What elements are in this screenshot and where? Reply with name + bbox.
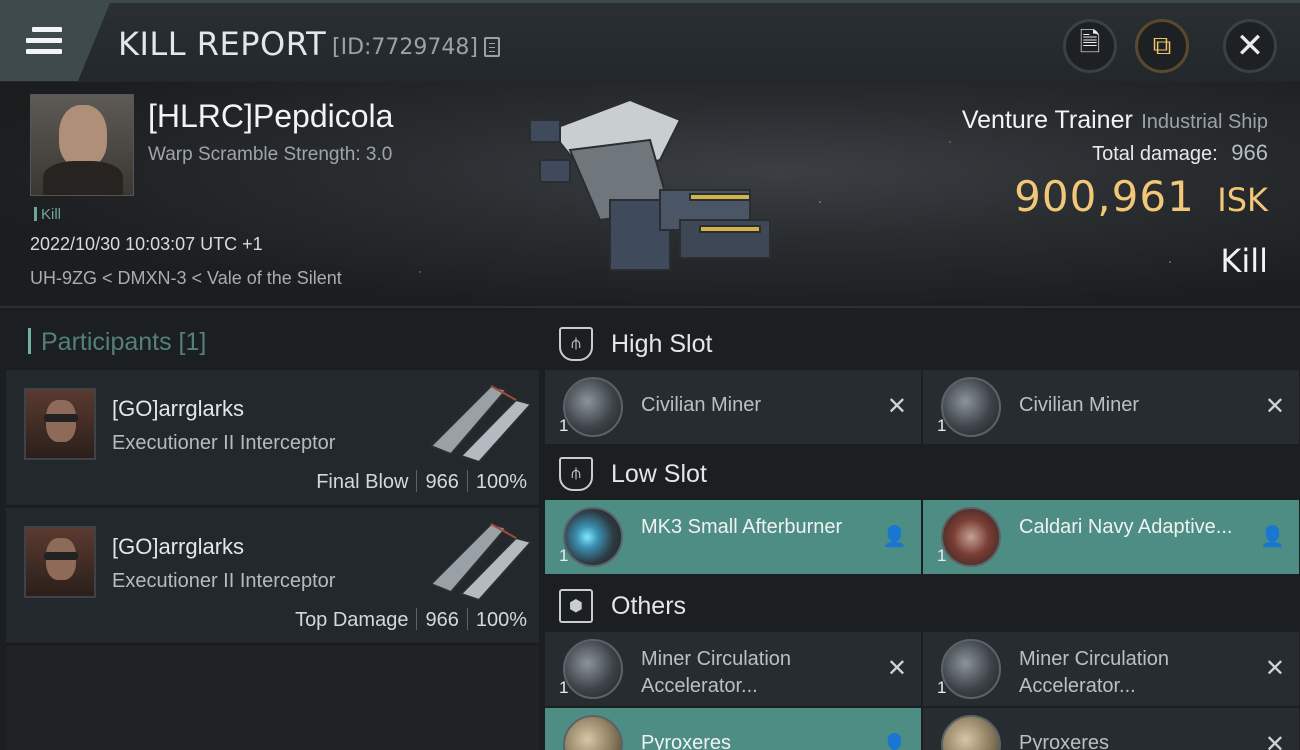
destroyed-icon: ✕ bbox=[1264, 731, 1285, 750]
kill-location[interactable]: UH-9ZG < DMXN-3 < Vale of the Silent bbox=[30, 268, 342, 289]
participant-percent: 100% bbox=[475, 609, 527, 631]
close-button[interactable]: ✕ bbox=[1223, 19, 1277, 73]
rig-module-icon bbox=[941, 639, 1001, 699]
isk-value: 900,961 bbox=[1014, 172, 1195, 221]
total-damage-value: 966 bbox=[1231, 140, 1268, 165]
dropped-person-icon: 👤 bbox=[882, 526, 907, 548]
dropped-person-icon: 👤 bbox=[882, 734, 907, 750]
participant-name: [GO]arrglarks bbox=[112, 534, 245, 559]
participant-avatar[interactable] bbox=[24, 526, 96, 598]
participant-name: [GO]arrglarks bbox=[112, 396, 245, 421]
ship-class: Industrial Ship bbox=[1141, 111, 1268, 133]
copy-icon[interactable] bbox=[484, 37, 500, 57]
module-qty: 1 bbox=[559, 416, 569, 435]
participant-percent: 100% bbox=[475, 471, 527, 493]
module-name: Civilian Miner bbox=[1019, 394, 1140, 416]
high-slot-title: High Slot bbox=[611, 329, 713, 358]
kill-summary: [HLRC]Pepdicola Warp Scramble Strength: … bbox=[0, 82, 1300, 308]
destroyed-icon: ✕ bbox=[1264, 393, 1285, 420]
module-name: Miner Circulation Accelerator... bbox=[641, 648, 792, 697]
victim-name[interactable]: [HLRC]Pepdicola bbox=[148, 98, 393, 135]
ship-line: Venture Trainer Industrial Ship bbox=[962, 106, 1268, 135]
document-button[interactable]: 🗎 bbox=[1063, 19, 1117, 73]
participant-damage: 966 bbox=[425, 609, 459, 631]
module-item[interactable]: 1 Miner Circulation Accelerator... ✕ bbox=[923, 632, 1299, 706]
fitting-panel: ⫛ High Slot 1 Civilian Miner ✕ 1 Civilia… bbox=[541, 308, 1300, 750]
document-icon: 🗎 bbox=[1079, 27, 1101, 57]
module-item[interactable]: 1 Caldari Navy Adaptive... 👤 bbox=[923, 500, 1299, 574]
destroyed-icon: ✕ bbox=[886, 655, 907, 682]
destroyed-icon: ✕ bbox=[1264, 655, 1285, 682]
participant-avatar[interactable] bbox=[24, 388, 96, 460]
module-qty: 1 bbox=[559, 678, 569, 697]
low-slot-title: Low Slot bbox=[611, 459, 707, 488]
hamburger-menu-icon[interactable] bbox=[26, 27, 62, 55]
module-qty: 1 bbox=[937, 678, 947, 697]
total-damage: Total damage: 966 bbox=[1092, 140, 1268, 166]
participant-card[interactable]: [GO]arrglarks Executioner II Interceptor… bbox=[6, 370, 539, 506]
top-bar: KILL REPORT [ID:7729748] 🗎 ⧉ ✕ bbox=[0, 0, 1300, 82]
participant-damage: 966 bbox=[425, 471, 459, 493]
high-slot-icon: ⫛ bbox=[559, 327, 593, 361]
menu-button[interactable] bbox=[0, 3, 110, 81]
participant-card[interactable]: [GO]arrglarks Executioner II Interceptor… bbox=[6, 508, 539, 644]
module-name: Miner Circulation Accelerator... bbox=[1019, 648, 1170, 697]
ore-icon bbox=[563, 715, 623, 750]
others-title: Others bbox=[611, 591, 687, 620]
close-icon: ✕ bbox=[1235, 27, 1265, 65]
module-name: MK3 Small Afterburner bbox=[641, 516, 843, 538]
share-icon: ⧉ bbox=[1152, 30, 1172, 60]
afterburner-module-icon bbox=[563, 507, 623, 567]
report-id: [ID:7729748] bbox=[332, 35, 478, 60]
module-item[interactable]: Pyroxeres ✕ bbox=[923, 708, 1299, 750]
others-header: ⬢ Others bbox=[559, 582, 686, 630]
module-qty: 1 bbox=[937, 416, 947, 435]
module-item[interactable]: 1 Civilian Miner ✕ bbox=[923, 370, 1299, 444]
page-title: KILL REPORT bbox=[118, 25, 327, 63]
result-label: Kill bbox=[1220, 242, 1268, 280]
kill-tag: Kill bbox=[34, 206, 61, 223]
participants-header: Participants [1] bbox=[28, 328, 206, 357]
module-item[interactable]: 1 Civilian Miner ✕ bbox=[545, 370, 921, 444]
victim-portrait[interactable] bbox=[30, 94, 134, 196]
module-qty: 1 bbox=[937, 546, 947, 565]
participant-ship-image bbox=[429, 384, 533, 462]
ore-icon bbox=[941, 715, 1001, 750]
participant-ship-image bbox=[429, 522, 533, 600]
kill-datetime: 2022/10/30 10:03:07 UTC +1 bbox=[30, 234, 263, 254]
low-slot-icon: ⫛ bbox=[559, 457, 593, 491]
victim-ship-image[interactable] bbox=[510, 90, 800, 290]
miner-module-icon bbox=[563, 377, 623, 437]
participant-ship: Executioner II Interceptor bbox=[112, 432, 336, 454]
total-damage-label: Total damage: bbox=[1092, 143, 1218, 165]
warp-scramble-strength: Warp Scramble Strength: 3.0 bbox=[148, 144, 393, 165]
isk-value-line: 900,961 ISK bbox=[1014, 172, 1268, 221]
module-item[interactable]: 1 MK3 Small Afterburner 👤 bbox=[545, 500, 921, 574]
destroyed-icon: ✕ bbox=[886, 393, 907, 420]
module-item[interactable]: Pyroxeres 👤 bbox=[545, 708, 921, 750]
low-slot-header: ⫛ Low Slot bbox=[559, 450, 707, 498]
participant-ship: Executioner II Interceptor bbox=[112, 570, 336, 592]
participant-stats: Final Blow 966 100% bbox=[316, 470, 527, 494]
participant-stats: Top Damage 966 100% bbox=[295, 608, 527, 632]
module-name: Civilian Miner bbox=[641, 394, 762, 416]
armor-module-icon bbox=[941, 507, 1001, 567]
participant-role: Top Damage bbox=[295, 609, 409, 631]
share-button[interactable]: ⧉ bbox=[1135, 19, 1189, 73]
module-name: Pyroxeres bbox=[1019, 732, 1110, 750]
module-item[interactable]: 1 Miner Circulation Accelerator... ✕ bbox=[545, 632, 921, 706]
rig-module-icon bbox=[563, 639, 623, 699]
dropped-person-icon: 👤 bbox=[1260, 526, 1285, 548]
participants-empty-area bbox=[6, 646, 539, 750]
miner-module-icon bbox=[941, 377, 1001, 437]
ship-name[interactable]: Venture Trainer bbox=[962, 106, 1133, 134]
isk-unit: ISK bbox=[1217, 181, 1268, 219]
participants-panel: Participants [1] [GO]arrglarks Execution… bbox=[0, 308, 541, 750]
module-name: Caldari Navy Adaptive... bbox=[1019, 516, 1233, 538]
high-slot-header: ⫛ High Slot bbox=[559, 320, 712, 368]
module-name: Pyroxeres bbox=[641, 732, 732, 750]
module-qty: 1 bbox=[559, 546, 569, 565]
cargo-box-icon: ⬢ bbox=[559, 589, 593, 623]
participant-role: Final Blow bbox=[316, 471, 409, 493]
